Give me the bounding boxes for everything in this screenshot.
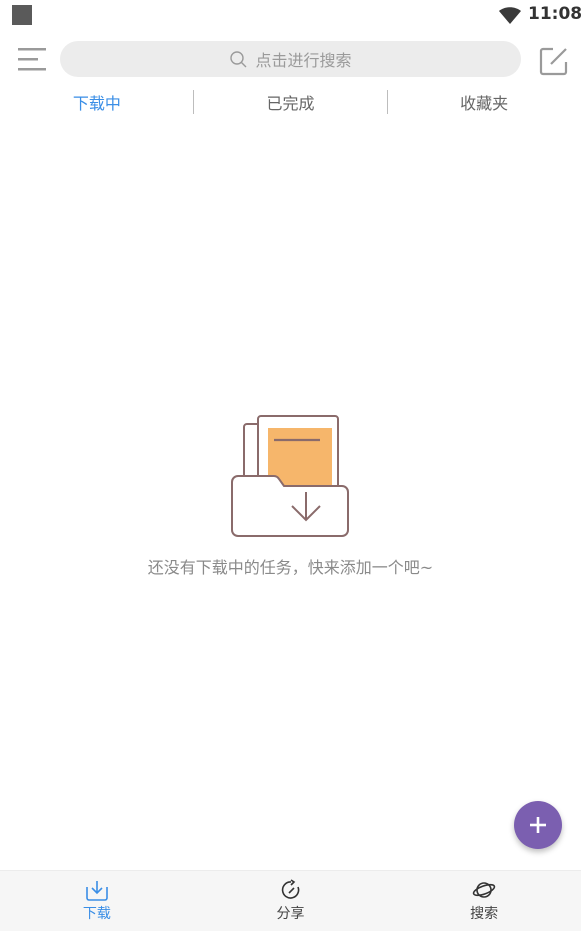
top-bar: 点击进行搜索: [0, 38, 581, 82]
edit-icon[interactable]: [539, 46, 569, 76]
status-bar: 11:08: [0, 0, 581, 32]
status-time: 11:08: [528, 4, 581, 24]
tab-divider: [193, 90, 194, 114]
planet-icon: [472, 882, 496, 898]
search-placeholder: 点击进行搜索: [255, 51, 352, 70]
tab-completed[interactable]: 已完成: [194, 86, 388, 118]
download-icon: [86, 881, 108, 901]
nav-search[interactable]: 搜索: [387, 871, 581, 931]
empty-message: 还没有下载中的任务，快来添加一个吧~: [147, 558, 434, 577]
tab-downloading[interactable]: 下载中: [0, 86, 194, 118]
add-task-button[interactable]: [514, 801, 562, 849]
empty-download-folder-icon: [231, 415, 349, 537]
wifi-icon: [499, 7, 521, 24]
nav-share[interactable]: 分享: [194, 871, 388, 931]
tab-favorites[interactable]: 收藏夹: [387, 86, 581, 118]
nav-download-label: 下载: [82, 906, 111, 922]
nav-download[interactable]: 下载: [0, 871, 194, 931]
tab-bar: 下载中 已完成 收藏夹: [0, 86, 581, 118]
bottom-nav: 下载 分享 搜索: [0, 870, 581, 931]
status-notification-icon: [12, 5, 32, 25]
nav-search-label: 搜索: [470, 906, 499, 922]
search-bar[interactable]: 点击进行搜索: [60, 41, 521, 77]
tab-divider: [387, 90, 388, 114]
menu-icon[interactable]: [16, 46, 48, 74]
nav-share-label: 分享: [276, 906, 305, 922]
search-icon: [230, 51, 247, 68]
share-refresh-icon: [281, 879, 299, 899]
plus-icon: [530, 817, 546, 833]
